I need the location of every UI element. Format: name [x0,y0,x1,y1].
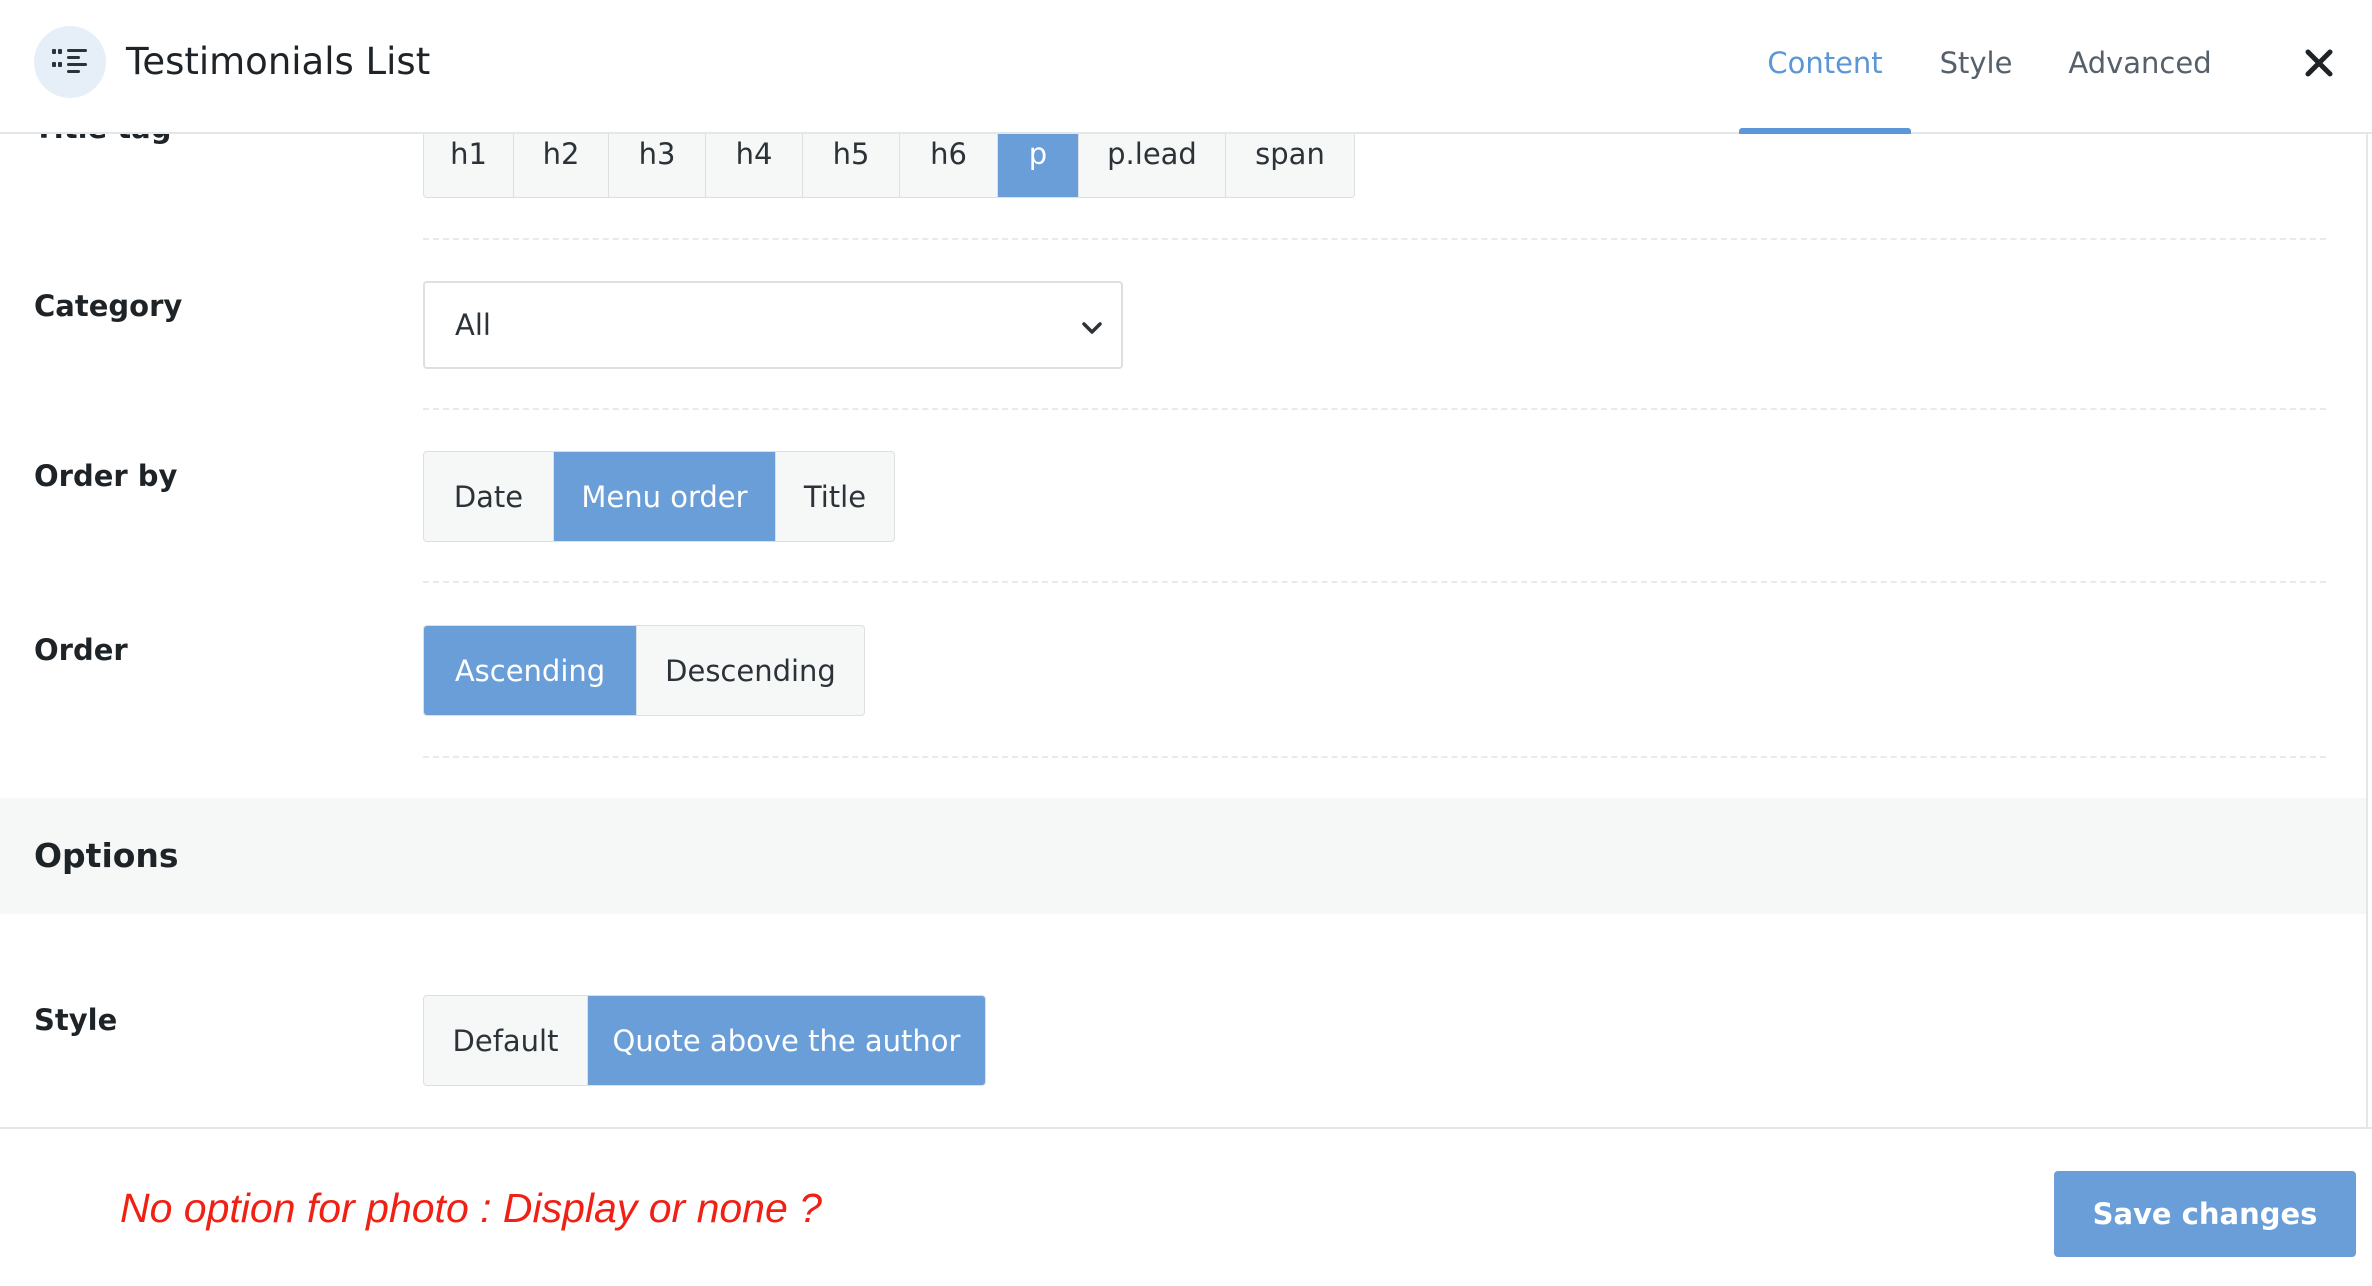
order-by-button-group: Date Menu order Title [423,451,895,542]
order-option-ascending[interactable]: Ascending [424,626,636,715]
style-label: Style [34,1003,118,1037]
tab-style[interactable]: Style [1926,0,2026,132]
title-tag-option-p[interactable]: p [997,134,1078,197]
title-tag-option-p-lead[interactable]: p.lead [1078,134,1225,197]
title-tag-option-h1[interactable]: h1 [424,134,513,197]
category-select[interactable]: All [423,281,1123,369]
modal-header: Testimonials List Content Style Advanced [0,0,2372,134]
style-button-group: Default Quote above the author [423,995,986,1086]
order-by-option-menu-order[interactable]: Menu order [553,452,775,541]
modal-footer: No option for photo : Display or none ? … [0,1127,2372,1286]
panel-scrollbar[interactable] [2366,134,2368,1128]
options-section-title: Options [34,836,179,875]
title-tag-option-h3[interactable]: h3 [608,134,705,197]
divider [423,408,2326,410]
settings-panel: Title tag h1 h2 h3 h4 h5 h6 p p.lead spa… [0,134,2366,1128]
tab-content-label: Content [1767,46,1883,80]
order-label: Order [34,633,128,667]
title-tag-option-h5[interactable]: h5 [802,134,899,197]
title-tag-label: Title tag [34,134,171,148]
style-option-default[interactable]: Default [424,996,587,1085]
chevron-down-icon [1082,322,1102,334]
style-option-quote-above-author[interactable]: Quote above the author [587,996,985,1085]
close-button[interactable] [2296,40,2342,86]
divider [423,238,2326,240]
title-tag-option-h2[interactable]: h2 [513,134,608,197]
title-tag-button-group: h1 h2 h3 h4 h5 h6 p p.lead span [423,134,1355,198]
title-tag-option-span[interactable]: span [1225,134,1354,197]
order-by-label: Order by [34,459,178,493]
save-changes-button[interactable]: Save changes [2054,1171,2356,1257]
order-by-option-title[interactable]: Title [775,452,894,541]
divider [423,581,2326,583]
tab-advanced[interactable]: Advanced [2052,0,2228,132]
tab-content[interactable]: Content [1739,0,1911,134]
tab-advanced-label: Advanced [2068,46,2212,80]
order-button-group: Ascending Descending [423,625,865,716]
close-icon [2305,49,2333,77]
options-section-header: Options [0,798,2366,914]
title-tag-option-h4[interactable]: h4 [705,134,802,197]
order-option-descending[interactable]: Descending [636,626,864,715]
divider [423,756,2326,758]
category-label: Category [34,289,183,323]
annotation-note: No option for photo : Display or none ? [120,1185,822,1231]
order-by-option-date[interactable]: Date [424,452,553,541]
active-tab-indicator [1739,128,1911,134]
tab-style-label: Style [1939,46,2013,80]
title-tag-option-h6[interactable]: h6 [899,134,997,197]
testimonial-list-icon [34,26,106,98]
modal-title: Testimonials List [126,40,431,83]
category-select-value: All [455,308,491,342]
